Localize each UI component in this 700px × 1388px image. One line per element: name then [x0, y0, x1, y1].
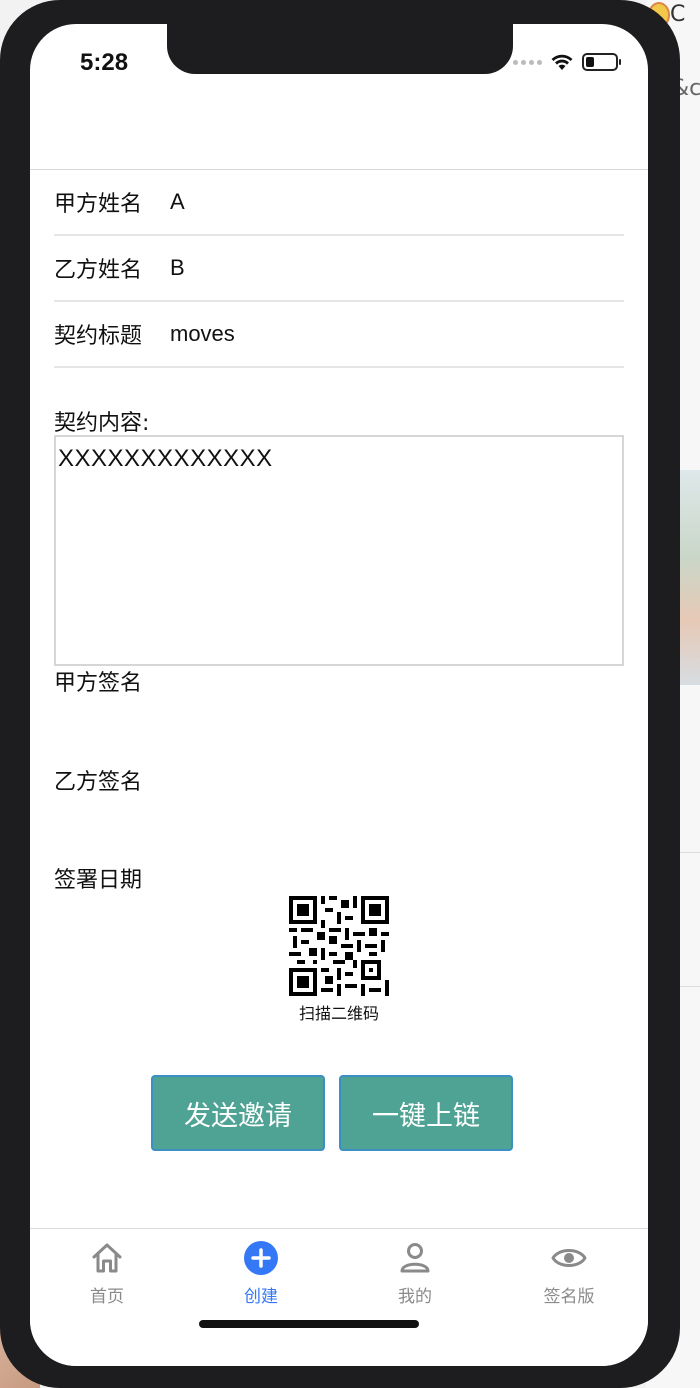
tab-create[interactable]: 创建: [184, 1229, 338, 1325]
battery-icon: [582, 53, 621, 71]
send-invite-button[interactable]: 发送邀请: [151, 1075, 325, 1151]
user-icon: [400, 1243, 430, 1273]
background-text: C: [670, 2, 686, 27]
home-icon: [92, 1243, 122, 1273]
party-a-signature-label: 甲方签名: [54, 671, 143, 696]
notch: [167, 24, 513, 74]
tab-bar: 首页 创建 我的 签名版: [30, 1228, 648, 1366]
tab-signature-board-label: 签名版: [543, 1287, 595, 1307]
status-time: 5:28: [80, 49, 129, 76]
tab-mine[interactable]: 我的: [338, 1229, 492, 1325]
contract-title-row: 契约标题 moves: [54, 302, 624, 368]
plus-circle-icon: [244, 1241, 278, 1275]
tab-mine-label: 我的: [398, 1287, 432, 1307]
party-a-name-label: 甲方姓名: [54, 192, 143, 217]
party-b-signature-label: 乙方签名: [54, 770, 143, 795]
status-icons: [513, 50, 621, 74]
tab-signature-board[interactable]: 签名版: [492, 1229, 646, 1325]
contract-title-value[interactable]: moves: [170, 321, 235, 347]
party-b-name-row: 乙方姓名 B: [54, 236, 624, 302]
contract-content-label: 契约内容:: [54, 411, 150, 436]
phone-frame: 5:28 甲方姓名 A 乙方姓名 B 契约标题 moves 契约内容: XXXX…: [0, 0, 680, 1388]
contract-content-textarea[interactable]: XXXXXXXXXXXXX: [54, 435, 624, 666]
tab-home[interactable]: 首页: [30, 1229, 184, 1325]
party-b-name-value[interactable]: B: [170, 255, 185, 281]
phone-screen: 5:28 甲方姓名 A 乙方姓名 B 契约标题 moves 契约内容: XXXX…: [30, 24, 648, 1366]
party-a-name-value[interactable]: A: [170, 189, 185, 215]
qr-code: [289, 896, 389, 996]
contract-title-label: 契约标题: [54, 324, 143, 349]
qr-caption: 扫描二维码: [298, 1004, 379, 1023]
party-a-name-row: 甲方姓名 A: [54, 170, 624, 236]
eye-icon: [551, 1249, 587, 1267]
background-image: [678, 470, 700, 685]
signing-date-label: 签署日期: [54, 868, 143, 893]
party-b-name-label: 乙方姓名: [54, 258, 143, 283]
tab-home-label: 首页: [90, 1287, 124, 1307]
wifi-icon: [551, 54, 573, 70]
home-indicator[interactable]: [199, 1320, 419, 1328]
one-click-chain-button[interactable]: 一键上链: [339, 1075, 513, 1151]
signal-icon: [513, 59, 542, 65]
tab-create-label: 创建: [244, 1287, 278, 1307]
